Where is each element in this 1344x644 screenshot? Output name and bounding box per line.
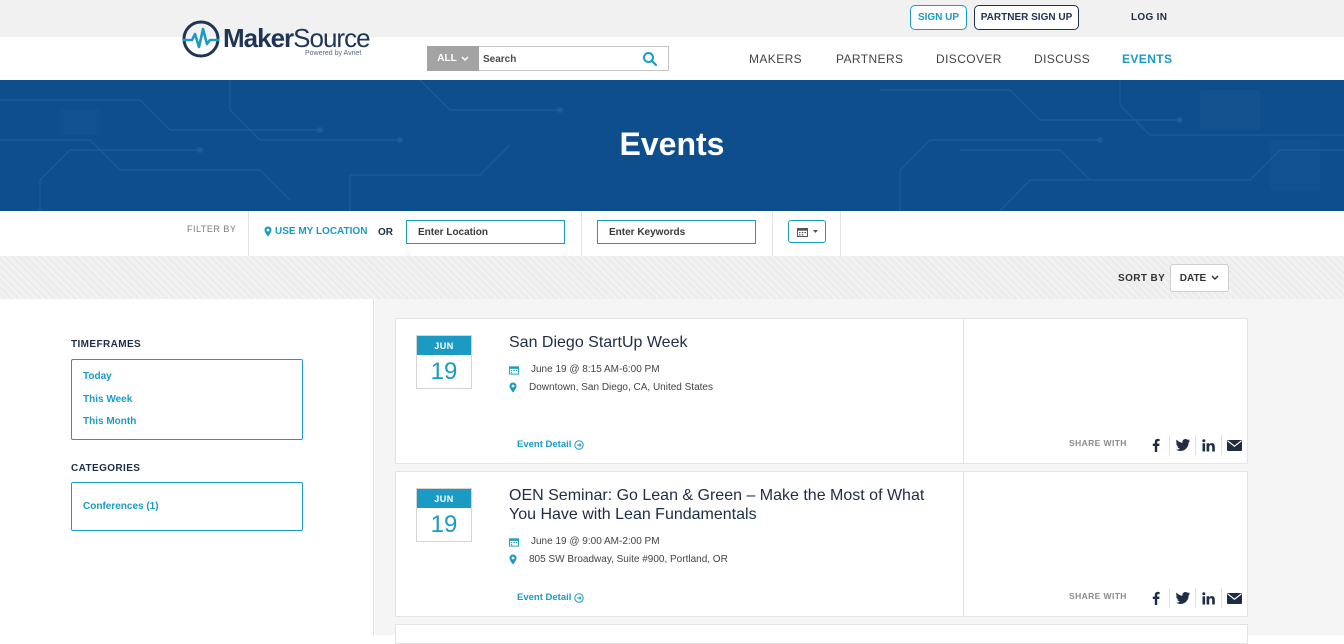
nav-discuss[interactable]: DISCUSS: [1034, 52, 1090, 66]
twitter-icon[interactable]: [1169, 588, 1195, 608]
event-title[interactable]: OEN Seminar: Go Lean & Green – Make the …: [509, 486, 949, 524]
filter-by-label: FILTER BY: [187, 224, 237, 234]
caret-down-icon: [812, 230, 818, 233]
map-pin-icon: [509, 382, 517, 393]
card-divider: [963, 319, 964, 463]
timeframe-today[interactable]: Today: [83, 371, 112, 382]
or-label: OR: [378, 227, 393, 238]
sign-up-button[interactable]: SIGN UP: [910, 5, 967, 30]
log-in-link[interactable]: LOG IN: [1131, 12, 1167, 23]
event-card: JUN 19 San Diego StartUp Week June 19 @ …: [395, 318, 1248, 464]
use-my-location-link[interactable]: USE MY LOCATION: [264, 226, 367, 237]
share-with-label: SHARE WITH: [1069, 438, 1127, 448]
event-month: JUN: [417, 489, 471, 508]
twitter-icon[interactable]: [1169, 435, 1195, 455]
nav-partners[interactable]: PARTNERS: [836, 52, 903, 66]
email-icon[interactable]: [1221, 588, 1247, 608]
facebook-icon[interactable]: [1143, 588, 1169, 608]
page-title: Events: [619, 126, 725, 162]
chevron-down-icon: [1211, 275, 1219, 280]
categories-heading: CATEGORIES: [71, 463, 141, 474]
date-picker-button[interactable]: [788, 220, 826, 243]
event-card: JUN 19 OEN Seminar: Go Lean & Green – Ma…: [395, 471, 1248, 617]
event-time: June 19 @ 9:00 AM-2:00 PM: [509, 536, 660, 547]
nav-makers[interactable]: MAKERS: [749, 52, 802, 66]
arrow-circle-right-icon: [574, 592, 585, 603]
makersource-logo-icon: [182, 20, 220, 58]
share-with-label: SHARE WITH: [1069, 591, 1127, 601]
filter-divider: [248, 211, 249, 256]
email-icon[interactable]: [1221, 435, 1247, 455]
event-detail-link[interactable]: Event Detail: [517, 592, 585, 603]
filter-divider: [772, 211, 773, 256]
linkedin-icon[interactable]: [1195, 435, 1221, 455]
event-title[interactable]: San Diego StartUp Week: [509, 333, 949, 352]
search-scope-select[interactable]: ALL: [427, 46, 479, 71]
timeframe-this-week[interactable]: This Week: [83, 394, 132, 405]
arrow-circle-right-icon: [574, 439, 585, 450]
share-icons: [1143, 588, 1247, 608]
events-list: JUN 19 San Diego StartUp Week June 19 @ …: [375, 299, 1344, 644]
search-input[interactable]: [483, 50, 633, 68]
logo-tagline: Powered by Avnet: [305, 50, 362, 57]
search-icon[interactable]: [642, 51, 658, 67]
chevron-down-icon: [461, 55, 469, 61]
event-date-badge: JUN 19: [416, 488, 472, 542]
filter-bar: FILTER BY USE MY LOCATION OR: [0, 211, 1344, 256]
event-detail-link[interactable]: Event Detail: [517, 439, 585, 450]
sort-bar: SORT BY DATE: [0, 256, 1344, 299]
filter-sidebar: TIMEFRAMES Today This Week This Month CA…: [0, 299, 374, 635]
event-location: Downtown, San Diego, CA, United States: [509, 382, 713, 393]
event-month: JUN: [417, 336, 471, 355]
event-card-partial: [395, 624, 1248, 644]
hero-banner: Events: [0, 80, 1344, 211]
timeframes-heading: TIMEFRAMES: [71, 339, 142, 350]
share-icons: [1143, 435, 1247, 455]
makersource-logo[interactable]: MakerSource Powered by Avnet: [181, 17, 381, 61]
event-date-badge: JUN 19: [416, 335, 472, 389]
event-day: 19: [430, 358, 458, 385]
calendar-icon: [509, 365, 519, 375]
search-bar: ALL: [427, 46, 669, 71]
event-time: June 19 @ 8:15 AM-6:00 PM: [509, 364, 660, 375]
filter-divider: [840, 211, 841, 256]
keywords-input[interactable]: [597, 220, 756, 244]
event-day: 19: [430, 511, 458, 538]
calendar-icon: [509, 537, 519, 547]
category-conferences[interactable]: Conferences (1): [83, 501, 159, 512]
event-location: 805 SW Broadway, Suite #900, Portland, O…: [509, 554, 728, 565]
nav-events[interactable]: EVENTS: [1122, 52, 1172, 66]
timeframes-list: Today This Week This Month: [71, 359, 303, 440]
calendar-icon: [796, 227, 808, 237]
map-pin-icon: [264, 226, 272, 237]
partner-sign-up-button[interactable]: PARTNER SIGN UP: [974, 5, 1079, 30]
categories-list: Conferences (1): [71, 482, 303, 531]
map-pin-icon: [509, 554, 517, 565]
location-input[interactable]: [406, 220, 565, 244]
facebook-icon[interactable]: [1143, 435, 1169, 455]
filter-divider: [581, 211, 582, 256]
linkedin-icon[interactable]: [1195, 588, 1221, 608]
sort-by-label: SORT BY: [1118, 273, 1166, 284]
timeframe-this-month[interactable]: This Month: [83, 416, 136, 427]
nav-discover[interactable]: DISCOVER: [936, 52, 1002, 66]
sort-select[interactable]: DATE: [1170, 264, 1229, 292]
card-divider: [963, 472, 964, 616]
